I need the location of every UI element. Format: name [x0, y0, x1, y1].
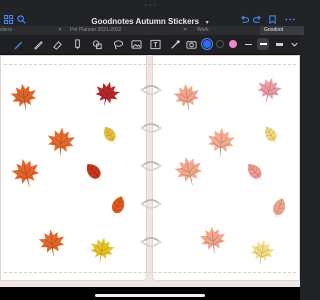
chevron-down-icon[interactable] [289, 39, 300, 50]
maple-leaf-sticker[interactable] [196, 223, 229, 258]
page-stitch-top [4, 64, 296, 65]
color-swatch-black[interactable] [216, 40, 224, 48]
stroke-medium-icon [259, 43, 267, 45]
eraser-icon[interactable] [52, 39, 63, 50]
tab-label: Pet Planner 2021-2022 [70, 27, 122, 33]
more-options-icon[interactable] [284, 11, 296, 21]
stroke-thin-button[interactable] [242, 38, 254, 50]
highlighter-icon[interactable] [72, 39, 83, 50]
maple-leaf-sticker[interactable] [204, 125, 238, 159]
text-icon[interactable] [150, 39, 161, 50]
binder-rings [140, 85, 162, 247]
tab-label: Goodnot [264, 27, 284, 33]
home-indicator[interactable] [95, 294, 205, 297]
grid-view-icon[interactable] [4, 11, 14, 24]
color-swatch-blue[interactable] [203, 40, 211, 48]
tab-goodnotes[interactable]: Goodnot [260, 26, 304, 35]
document-title: Goodnotes Autumn Stickers [91, 17, 200, 26]
tab-label: ckers [0, 27, 12, 33]
tab-close-icon[interactable]: ✕ [58, 26, 64, 35]
lasso-icon[interactable] [113, 39, 124, 50]
search-icon[interactable] [17, 11, 26, 24]
stroke-medium-button[interactable] [257, 38, 269, 50]
camera-icon[interactable] [186, 39, 197, 50]
page-stitch-bottom [4, 272, 296, 273]
tab-pet-planner[interactable]: Pet Planner 2021-2022 [70, 26, 140, 35]
tab-bar [0, 26, 300, 35]
stroke-thin-icon [244, 43, 252, 45]
stroke-thick-button[interactable] [273, 38, 285, 50]
maple-leaf-sticker[interactable] [84, 233, 120, 266]
laser-pointer-icon[interactable] [170, 39, 181, 50]
undo-icon[interactable] [240, 11, 250, 23]
pencil-icon[interactable] [33, 39, 44, 50]
tab-work[interactable]: Work [197, 26, 227, 35]
redo-icon[interactable] [252, 11, 262, 23]
maple-leaf-sticker[interactable] [170, 80, 204, 114]
tab-close-icon[interactable]: ✕ [183, 26, 189, 35]
maple-leaf-sticker[interactable] [7, 80, 41, 114]
maple-leaf-sticker[interactable] [35, 226, 68, 261]
stroke-thick-icon [275, 42, 283, 46]
color-swatch-pink[interactable] [229, 40, 237, 48]
maple-leaf-sticker[interactable] [244, 235, 280, 268]
pen-icon[interactable] [13, 39, 24, 50]
shapes-icon[interactable] [92, 39, 103, 50]
tab-stickers[interactable]: ckers [0, 26, 40, 35]
maple-leaf-sticker[interactable] [44, 125, 78, 159]
tab-label: Work [197, 27, 209, 33]
image-icon[interactable] [131, 39, 142, 50]
multitasking-dots-icon[interactable]: • • • [145, 2, 156, 7]
bookmark-icon[interactable] [268, 11, 277, 25]
